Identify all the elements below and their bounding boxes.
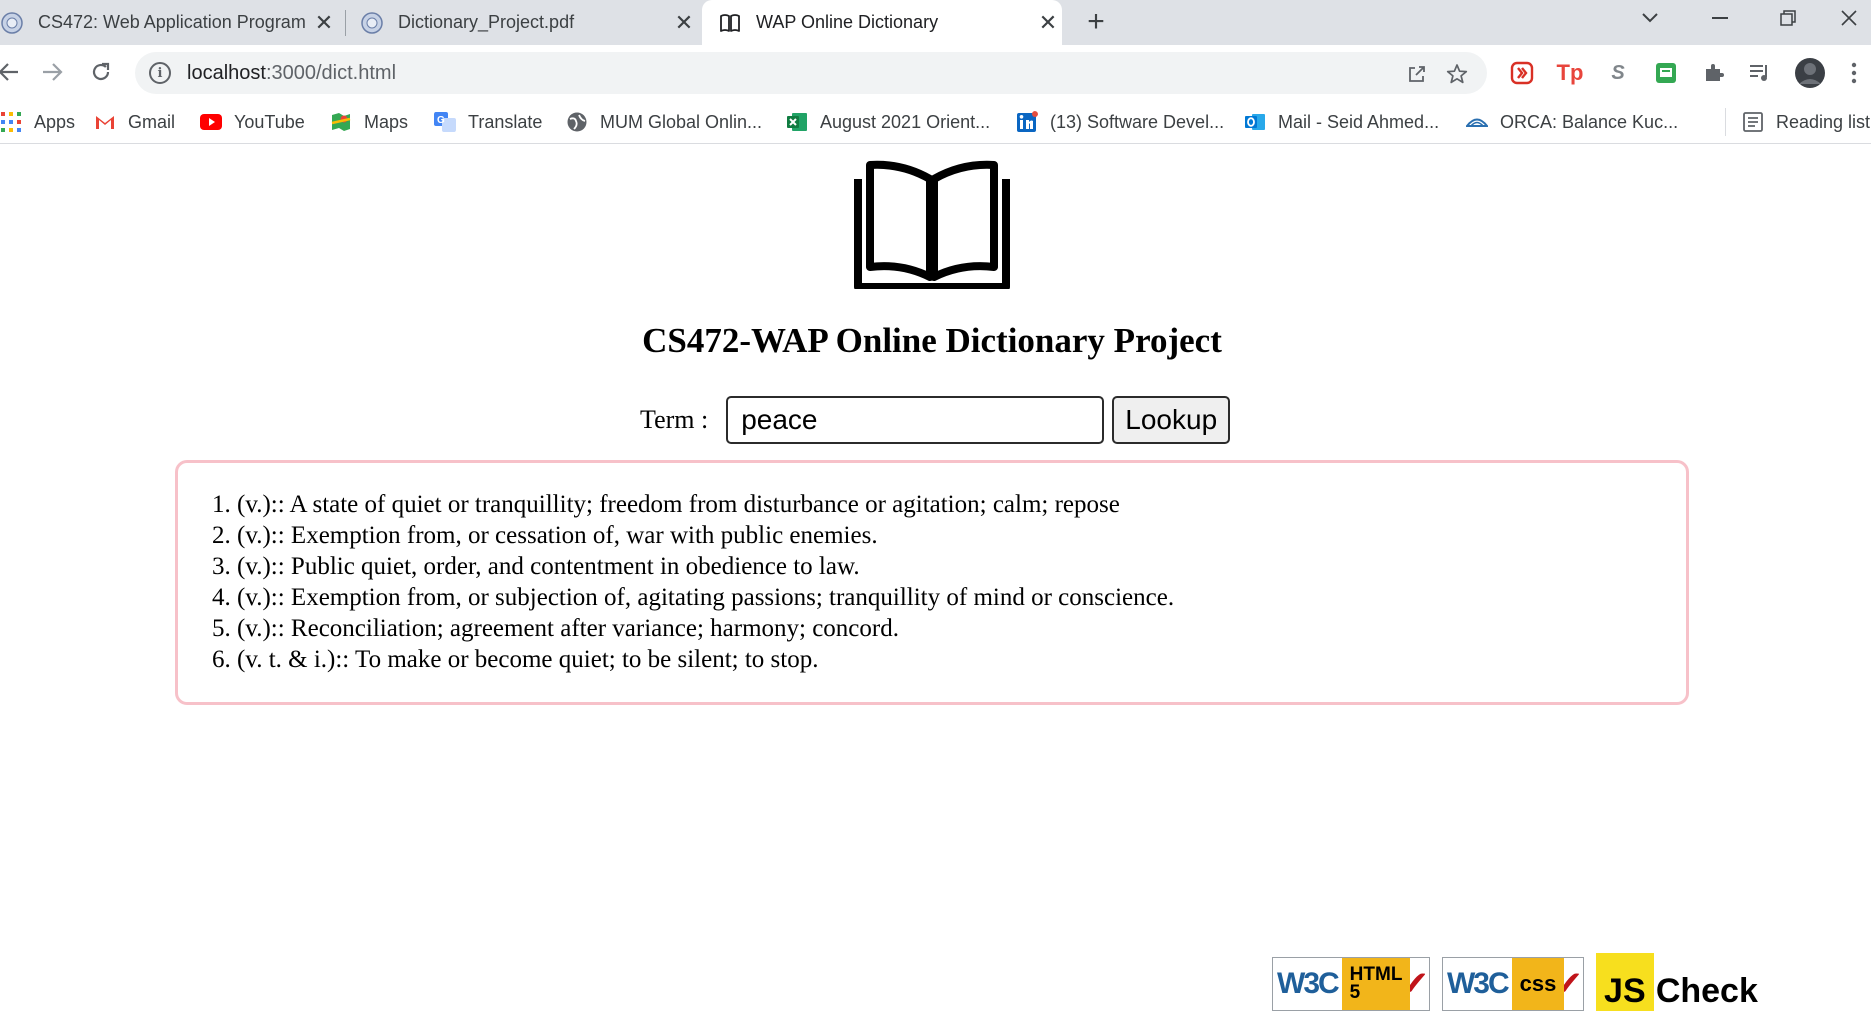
page-title: CS472-WAP Online Dictionary Project <box>642 321 1222 360</box>
reading-list-icon <box>1743 112 1763 132</box>
css-tag: css <box>1511 958 1565 1010</box>
tab-title: WAP Online Dictionary <box>756 12 939 32</box>
open-book-icon <box>720 13 740 32</box>
bookmark-orca[interactable]: ORCA: Balance Kuc... <box>1466 108 1678 136</box>
definition-item: 5. (v.):: Reconciliation; agreement afte… <box>212 615 899 642</box>
tab-title: Dictionary_Project.pdf <box>398 12 575 32</box>
reload-icon[interactable] <box>82 53 120 91</box>
bookmarks-bar: Apps Gmail YouTube Maps G Translate MUM … <box>0 100 1871 144</box>
media-queue-icon[interactable] <box>1746 59 1774 87</box>
bookmark-mail-seid[interactable]: Mail - Seid Ahmed... <box>1244 108 1439 136</box>
globe-icon <box>567 112 587 132</box>
validation-badges: W3C HTML 5 ✔ W3C css ✔ JS Check <box>1272 953 1758 1011</box>
linkedin-icon <box>1017 111 1038 132</box>
share-icon[interactable] <box>1405 62 1429 86</box>
bookmarks-divider <box>1725 108 1726 136</box>
extension-red-play-icon[interactable] <box>1508 59 1536 87</box>
jscheck-badge[interactable]: JS Check <box>1595 953 1758 1011</box>
definition-item: 1. (v.):: A state of quiet or tranquilli… <box>212 491 1120 518</box>
tab-wap-dictionary[interactable]: WAP Online Dictionary ✕ <box>702 0 1062 45</box>
maps-icon <box>331 113 351 131</box>
close-tab-icon[interactable]: ✕ <box>310 9 338 37</box>
definitions-panel: 1. (v.):: A state of quiet or tranquilli… <box>175 460 1689 705</box>
browser-menu-icon[interactable] <box>1846 59 1862 87</box>
bookmark-label: Maps <box>364 111 409 132</box>
bookmark-maps[interactable]: Maps <box>330 108 408 136</box>
gmail-icon <box>96 116 114 129</box>
bookmark-software-devel[interactable]: (13) Software Devel... <box>1016 108 1224 136</box>
tab-dictionary-pdf[interactable]: Dictionary_Project.pdf ✕ <box>360 0 698 45</box>
bookmark-apps[interactable]: Apps <box>0 108 75 136</box>
address-url[interactable]: localhost:3000/dict.html <box>187 62 396 85</box>
bookmark-star-icon[interactable] <box>1445 62 1469 86</box>
extension-s-icon[interactable]: S <box>1604 59 1632 87</box>
outlook-icon <box>1245 114 1265 130</box>
term-input[interactable] <box>726 396 1105 444</box>
youtube-icon <box>200 114 222 130</box>
extension-tp-icon[interactable]: Tp <box>1556 59 1584 87</box>
reading-list-button[interactable]: Reading list <box>1742 108 1870 136</box>
definitions-list: 1. (v.):: A state of quiet or tranquilli… <box>212 489 1686 675</box>
bookmark-label: Translate <box>468 111 543 132</box>
w3c-logo-text: W3C <box>1277 967 1340 1000</box>
address-bar[interactable]: i localhost:3000/dict.html <box>135 52 1487 94</box>
apps-grid-icon <box>1 112 21 132</box>
window-close-icon[interactable] <box>1826 0 1871 36</box>
term-label: Term : <box>640 405 709 434</box>
bookmark-label: August 2021 Orient... <box>820 111 991 132</box>
browser-toolbar: i localhost:3000/dict.html <box>0 45 1871 100</box>
close-tab-icon[interactable]: ✕ <box>1034 9 1062 37</box>
tab-strip: CS472: Web Application Program ✕ Diction… <box>0 0 1871 45</box>
w3c-html5-badge[interactable]: W3C HTML 5 ✔ <box>1272 957 1430 1011</box>
html5-tag: HTML 5 <box>1341 958 1411 1010</box>
bookmark-mum-global[interactable]: MUM Global Onlin... <box>566 108 762 136</box>
tab-divider <box>345 10 346 36</box>
bookmark-translate[interactable]: G Translate <box>434 108 542 136</box>
minimize-icon[interactable] <box>1690 0 1750 36</box>
svg-text:G: G <box>437 115 445 126</box>
bookmark-label: MUM Global Onlin... <box>600 111 763 132</box>
bookmark-label: (13) Software Devel... <box>1050 111 1225 132</box>
university-seal-icon <box>361 11 383 34</box>
bookmark-gmail[interactable]: Gmail <box>94 108 175 136</box>
orca-icon <box>1466 118 1488 127</box>
open-book-icon <box>854 160 1010 289</box>
definition-item: 4. (v.):: Exemption from, or subjection … <box>212 584 1175 611</box>
jscheck-text: Check <box>1655 972 1758 1010</box>
tab-cs472[interactable]: CS472: Web Application Program ✕ <box>0 0 338 45</box>
university-seal-icon <box>1 11 23 34</box>
bookmark-label: Reading list <box>1776 111 1871 132</box>
excel-icon <box>787 113 807 131</box>
extensions-puzzle-icon[interactable] <box>1700 59 1728 87</box>
tab-search-chevron-icon[interactable] <box>1620 0 1680 36</box>
new-tab-button[interactable]: + <box>1078 4 1114 40</box>
bookmark-label: YouTube <box>234 111 305 132</box>
back-arrow-icon[interactable] <box>0 53 28 91</box>
js-logo: JS <box>1595 953 1654 1011</box>
definition-item: 3. (v.):: Public quiet, order, and conte… <box>212 553 860 580</box>
site-info-icon[interactable]: i <box>149 62 171 84</box>
bookmark-label: Mail - Seid Ahmed... <box>1278 111 1440 132</box>
w3c-logo-text: W3C <box>1446 967 1510 1000</box>
tab-title: CS472: Web Application Program <box>38 12 306 32</box>
page-content: CS472-WAP Online Dictionary Project Term… <box>0 145 1871 1011</box>
translate-icon: G <box>434 112 456 132</box>
restore-icon[interactable] <box>1758 0 1818 36</box>
definition-item: 6. (v. t. & i.):: To make or become quie… <box>212 646 819 673</box>
search-form: Term : Lookup <box>640 395 1231 445</box>
forward-arrow-icon[interactable] <box>33 53 71 91</box>
close-tab-icon[interactable]: ✕ <box>670 9 698 37</box>
bookmark-label: Apps <box>34 111 76 132</box>
bookmark-label: ORCA: Balance Kuc... <box>1500 111 1679 132</box>
lookup-button[interactable]: Lookup <box>1112 396 1231 444</box>
bookmark-august-2021[interactable]: August 2021 Orient... <box>786 108 990 136</box>
w3c-css-badge[interactable]: W3C css ✔ <box>1441 957 1584 1011</box>
profile-avatar[interactable] <box>1794 57 1826 89</box>
definition-item: 2. (v.):: Exemption from, or cessation o… <box>212 522 878 549</box>
bookmark-youtube[interactable]: YouTube <box>200 108 305 136</box>
bookmark-label: Gmail <box>128 111 176 132</box>
extension-green-icon[interactable] <box>1652 59 1680 87</box>
